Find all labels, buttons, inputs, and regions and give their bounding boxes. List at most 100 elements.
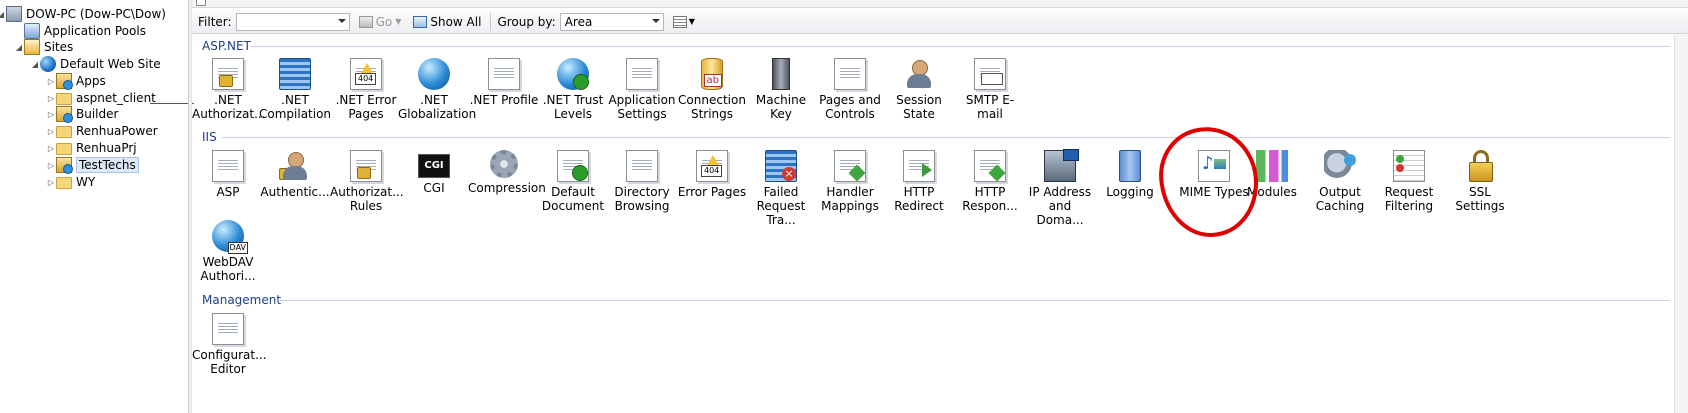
feature-label: Handler Mappings — [821, 185, 879, 213]
feature-net-error-pages[interactable]: 404 .NET Error Pages — [330, 58, 402, 121]
feature-failed-request-tracing[interactable]: Failed Request Tra... — [745, 150, 817, 227]
feature-label: .NET Globalization — [398, 93, 477, 121]
feature-net-authorization[interactable]: .NET Authorizat... — [192, 58, 266, 121]
show-all-label: Show All — [430, 14, 482, 29]
feature-default-document[interactable]: Default Document — [537, 150, 609, 213]
show-all-button[interactable]: Show All — [410, 12, 484, 32]
view-mode-button[interactable]: ▼ — [670, 12, 698, 32]
feature-label: HTTP Respon... — [962, 185, 1018, 213]
go-button[interactable]: Go ▼ — [356, 12, 405, 32]
dropdown-arrow-icon[interactable] — [337, 18, 346, 23]
dropdown-arrow-icon[interactable] — [651, 18, 660, 23]
filter-input[interactable] — [235, 12, 350, 31]
feature-net-profile[interactable]: .NET Profile — [468, 58, 540, 107]
feature-session-state[interactable]: Session State — [883, 58, 955, 121]
tree-node-builder[interactable]: ▷ Builder — [46, 105, 118, 123]
pages-icon — [834, 58, 866, 90]
feature-label: WebDAV Authori... — [200, 255, 256, 283]
feature-label: Failed Request Tra... — [756, 185, 806, 227]
tree-node-sites[interactable]: ◢ Sites — [14, 38, 73, 56]
feature-application-settings[interactable]: Application Settings — [606, 58, 678, 121]
expand-icon[interactable]: ▷ — [46, 77, 56, 86]
sites-icon — [24, 39, 40, 55]
group-divider — [250, 46, 1670, 47]
group-by-value: Area — [564, 14, 593, 29]
folder-icon — [56, 177, 72, 189]
server-key-icon — [772, 58, 790, 90]
globe-icon — [40, 56, 56, 72]
feature-smtp-email[interactable]: SMTP E-mail — [954, 58, 1026, 121]
group-by-select[interactable]: Area — [559, 12, 664, 31]
tree-node-label: Default Web Site — [60, 57, 161, 71]
expand-icon[interactable]: ▷ — [46, 144, 56, 153]
feature-authorization-rules[interactable]: Authorizat... Rules — [330, 150, 404, 213]
group-by-label: Group by: — [497, 14, 556, 29]
feature-directory-browsing[interactable]: Directory Browsing — [606, 150, 678, 213]
tree-node-apps[interactable]: ▷ Apps — [46, 72, 106, 90]
tree-node-label: RenhuaPower — [76, 124, 158, 138]
expand-icon[interactable]: ▷ — [46, 127, 56, 136]
feature-pages-and-controls[interactable]: Pages and Controls — [814, 58, 886, 121]
toolbar-separator — [490, 12, 492, 31]
folder-icon — [56, 126, 72, 138]
feature-machine-key[interactable]: Machine Key — [745, 58, 817, 121]
book-icon — [1119, 150, 1141, 182]
feature-modules[interactable]: Modules — [1236, 150, 1308, 199]
feature-configuration-editor[interactable]: Configurat... Editor — [192, 313, 267, 376]
music-icon — [1198, 150, 1230, 182]
feature-ip-address-domain[interactable]: IP Address and Doma... — [1024, 149, 1096, 227]
tree-node-default-web-site[interactable]: ◢ Default Web Site — [30, 55, 161, 73]
expand-icon[interactable]: ▷ — [46, 161, 56, 170]
feature-label: Session State — [896, 93, 942, 121]
feature-label: IP Address and Doma... — [1028, 185, 1092, 227]
chevron-down-icon: ▼ — [395, 17, 402, 26]
feature-connection-strings[interactable]: Connection Strings — [676, 58, 748, 121]
feature-label: SSL Settings — [1455, 185, 1505, 213]
feature-webdav-authoring[interactable]: DAV WebDAV Authori... — [192, 220, 264, 283]
feature-handler-mappings[interactable]: Handler Mappings — [814, 150, 886, 213]
feature-authentication[interactable]: Authentic... — [259, 150, 331, 199]
tree-node-renhuapower[interactable]: ▷ RenhuaPower — [46, 122, 158, 140]
feature-ssl-settings[interactable]: SSL Settings — [1444, 150, 1516, 213]
feature-http-response-headers[interactable]: HTTP Respon... — [954, 150, 1026, 213]
collapse-icon[interactable]: ◢ — [14, 43, 24, 52]
tree-node-wy[interactable]: ▷ WY — [46, 173, 95, 191]
application-icon — [56, 73, 73, 90]
group-divider — [280, 300, 1670, 301]
collapse-icon[interactable]: ◢ — [30, 60, 40, 69]
mail-icon — [974, 58, 1006, 90]
tree-node-server[interactable]: ◢ DOW-PC (Dow-PC\Dow) — [0, 5, 166, 23]
feature-logging[interactable]: Logging — [1094, 150, 1166, 199]
vertical-scrollbar[interactable] — [1674, 34, 1688, 413]
globe-icon — [418, 58, 450, 90]
feature-net-globalization[interactable]: .NET Globalization — [398, 58, 477, 121]
stack-error-icon — [765, 150, 797, 182]
profile-doc-icon — [488, 58, 520, 90]
database-icon — [701, 58, 723, 90]
expand-icon[interactable]: ▷ — [46, 94, 56, 103]
tree-node-testtechs[interactable]: ▷ TestTechs — [46, 156, 139, 174]
filter-toolbar: Filter: Go ▼ Show All Group by: Area ▼ — [192, 10, 1688, 34]
feature-net-trust-levels[interactable]: .NET Trust Levels — [537, 58, 609, 121]
gear-doc-icon — [212, 150, 244, 182]
warning-404-icon: 404 — [696, 150, 728, 182]
feature-label: .NET Compilation — [259, 93, 332, 121]
feature-label: Modules — [1247, 185, 1297, 199]
feature-label: Application Settings — [608, 93, 676, 121]
feature-error-pages[interactable]: 404 Error Pages — [676, 150, 748, 199]
feature-http-redirect[interactable]: HTTP Redirect — [883, 150, 955, 213]
feature-compression[interactable]: Compression — [468, 150, 546, 195]
filter-icon — [1393, 150, 1425, 182]
feature-net-compilation[interactable]: .NET Compilation — [259, 58, 331, 121]
group-divider — [222, 137, 1670, 138]
feature-cgi[interactable]: CGI CGI — [398, 150, 470, 195]
feature-output-caching[interactable]: Output Caching — [1304, 150, 1376, 213]
feature-label: Authentic... — [260, 185, 330, 199]
expand-icon[interactable]: ▷ — [46, 178, 56, 187]
feature-label: Compression — [468, 181, 546, 195]
tree-node-renhuaprj[interactable]: ▷ RenhuaPrj — [46, 139, 137, 157]
expand-icon[interactable]: ▷ — [46, 110, 56, 119]
feature-request-filtering[interactable]: Request Filtering — [1373, 150, 1445, 213]
tree-node-label: aspnet_client — [76, 91, 156, 105]
feature-asp[interactable]: ASP — [192, 150, 264, 199]
